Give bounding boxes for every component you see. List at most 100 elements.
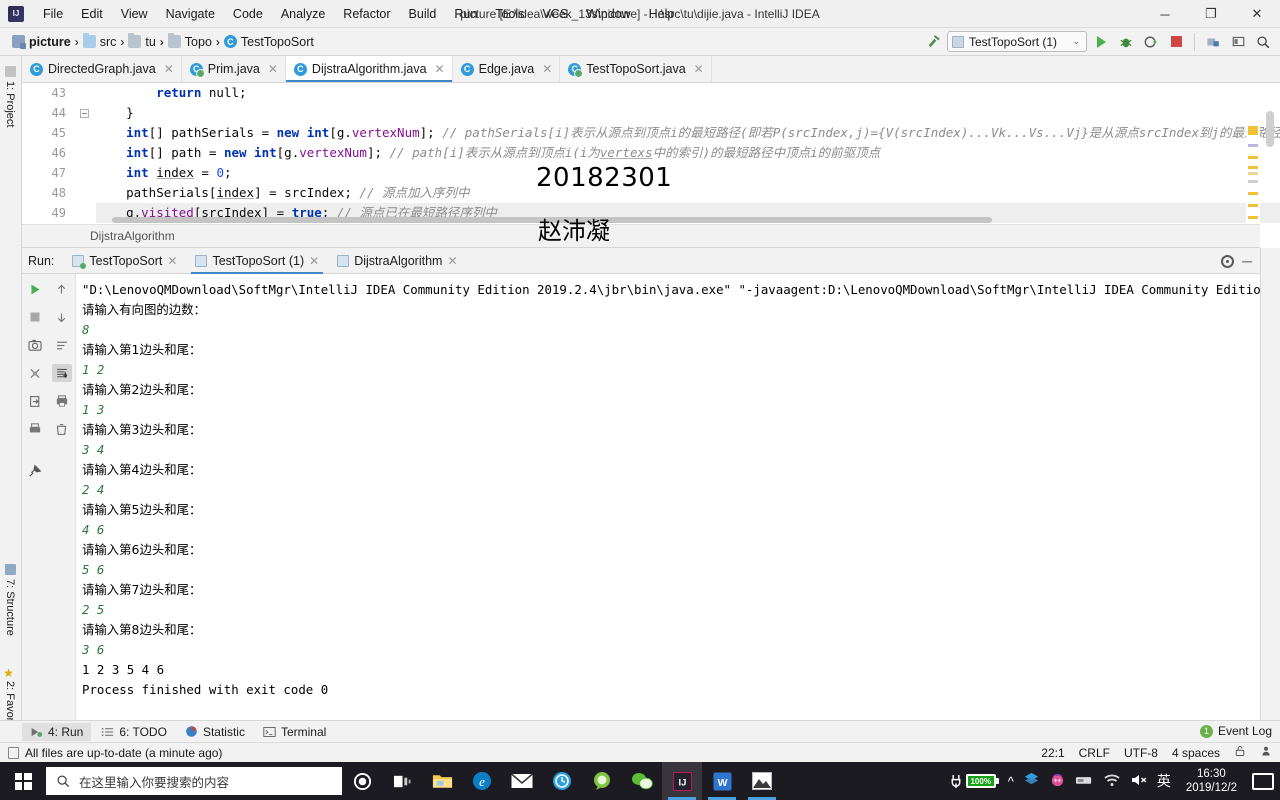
editor-markup-strip[interactable] <box>1246 110 1260 223</box>
debug-button[interactable] <box>1115 31 1137 53</box>
inspector-icon[interactable] <box>1260 745 1272 760</box>
close-icon[interactable]: ✕ <box>309 254 319 268</box>
run-with-coverage-button[interactable] <box>1140 31 1162 53</box>
qq-browser-icon[interactable] <box>582 762 622 800</box>
menu-vcs[interactable]: VCS <box>533 2 577 26</box>
editor-horizontal-scrollbar[interactable] <box>112 217 992 223</box>
menu-view[interactable]: View <box>112 2 157 26</box>
sidebar-item-project[interactable]: 1: Project <box>1 60 19 133</box>
close-icon[interactable]: ✕ <box>268 62 278 76</box>
close-icon[interactable]: ✕ <box>694 62 704 76</box>
breadcrumb-item-src[interactable]: src <box>79 33 121 51</box>
run-tab-dijstraalgorithm[interactable]: DijstraAlgorithm ✕ <box>329 249 465 274</box>
run-tab-testtoposort[interactable]: TestTopoSort ✕ <box>64 249 185 274</box>
task-view-icon[interactable] <box>382 762 422 800</box>
print-button[interactable] <box>25 420 45 438</box>
close-icon[interactable]: ✕ <box>542 62 552 76</box>
maximize-button[interactable]: ❐ <box>1188 0 1234 28</box>
editor-vertical-scrollbar[interactable] <box>1266 111 1274 147</box>
line-separator[interactable]: CRLF <box>1079 746 1110 760</box>
clock-app-icon[interactable] <box>542 762 582 800</box>
tab-directedgraph[interactable]: C DirectedGraph.java ✕ <box>22 56 182 82</box>
menu-window[interactable]: Window <box>577 2 639 26</box>
layout-button[interactable] <box>1227 31 1249 53</box>
toolwindow-run[interactable]: 4: Run <box>22 722 92 741</box>
intellij-idea-icon[interactable]: IJ <box>662 762 702 800</box>
fold-collapse-icon[interactable] <box>80 109 89 118</box>
sidebar-item-structure[interactable]: 7: Structure <box>1 558 19 642</box>
bluetooth-device-icon[interactable] <box>1075 773 1094 790</box>
caret-position[interactable]: 22:1 <box>1041 746 1064 760</box>
menu-code[interactable]: Code <box>224 2 272 26</box>
scroll-to-end-button[interactable] <box>51 364 72 382</box>
run-tab-testtoposort-1[interactable]: TestTopoSort (1) ✕ <box>187 249 327 274</box>
start-button[interactable] <box>0 762 46 800</box>
menu-edit[interactable]: Edit <box>72 2 112 26</box>
hide-window-button[interactable]: ─ <box>1242 254 1252 268</box>
settings-gear-icon[interactable] <box>1221 254 1235 268</box>
build-hammer-button[interactable] <box>922 31 944 53</box>
breadcrumb-item-topo[interactable]: Topo <box>164 33 216 51</box>
battery-icon[interactable]: 100% <box>948 774 999 789</box>
close-icon[interactable]: ✕ <box>167 254 177 268</box>
toolwindow-terminal[interactable]: Terminal <box>255 723 334 741</box>
event-log-button[interactable]: 1 Event Log <box>1199 720 1272 742</box>
photos-icon[interactable] <box>742 762 782 800</box>
search-everywhere-button[interactable] <box>1252 31 1274 53</box>
run-button[interactable] <box>1090 31 1112 53</box>
ime-language-indicator[interactable]: 英 <box>1157 771 1171 791</box>
mail-icon[interactable] <box>502 762 542 800</box>
scroll-down-button[interactable] <box>52 308 72 326</box>
stop-button[interactable] <box>1165 31 1187 53</box>
dropbox-icon[interactable] <box>1023 771 1040 791</box>
lock-icon[interactable] <box>1234 745 1246 760</box>
toolwindow-statistic[interactable]: Statistic <box>177 723 253 741</box>
file-explorer-icon[interactable] <box>422 762 462 800</box>
console-output[interactable]: "D:\LenovoQMDownload\SoftMgr\IntelliJ ID… <box>76 274 1260 762</box>
minimize-button[interactable]: ─ <box>1142 0 1188 28</box>
wechat-icon[interactable] <box>622 762 662 800</box>
tab-testtoposort[interactable]: C TestTopoSort.java ✕ <box>560 56 712 82</box>
close-icon[interactable]: ✕ <box>164 62 174 76</box>
editor-breadcrumb[interactable]: DijstraAlgorithm <box>22 224 1260 248</box>
project-structure-button[interactable] <box>1202 31 1224 53</box>
scroll-up-button[interactable] <box>52 280 72 298</box>
print-console-button[interactable] <box>52 392 72 410</box>
close-button[interactable]: ✕ <box>1234 0 1280 28</box>
menu-file[interactable]: File <box>34 2 72 26</box>
stop-button[interactable] <box>25 308 45 326</box>
cortana-icon[interactable] <box>342 762 382 800</box>
wps-office-icon[interactable]: W <box>702 762 742 800</box>
indent-setting[interactable]: 4 spaces <box>1172 746 1220 760</box>
notifications-icon[interactable] <box>1252 772 1274 790</box>
wifi-icon[interactable] <box>1103 773 1121 790</box>
rerun-button[interactable] <box>25 280 45 298</box>
tab-dijstraalgorithm[interactable]: C DijstraAlgorithm.java ✕ <box>285 56 453 82</box>
taskbar-clock[interactable]: 16:30 2019/12/2 <box>1180 767 1243 795</box>
menu-navigate[interactable]: Navigate <box>157 2 224 26</box>
thread-dump-button[interactable] <box>25 364 45 382</box>
code-folding-column[interactable] <box>74 83 96 223</box>
soft-wrap-button[interactable] <box>52 336 72 354</box>
toolwindow-todo[interactable]: 6: TODO <box>93 723 175 741</box>
breadcrumb-item-picture[interactable]: picture <box>8 33 75 51</box>
menu-build[interactable]: Build <box>400 2 446 26</box>
breadcrumb-item-testtoposort[interactable]: C TestTopoSort <box>220 33 318 51</box>
menu-help[interactable]: Help <box>640 2 684 26</box>
antivirus-icon[interactable] <box>1049 771 1066 791</box>
clear-all-button[interactable] <box>52 420 72 438</box>
show-hidden-icons-chevron-icon[interactable]: ^ <box>1008 774 1014 789</box>
close-icon[interactable]: ✕ <box>435 62 445 76</box>
volume-muted-icon[interactable] <box>1130 773 1148 790</box>
edge-browser-icon[interactable]: e <box>462 762 502 800</box>
file-encoding[interactable]: UTF-8 <box>1124 746 1158 760</box>
menu-tools[interactable]: Tools <box>486 2 533 26</box>
taskbar-search-input[interactable]: 在这里输入你要搜索的内容 <box>46 767 342 795</box>
export-button[interactable] <box>25 392 45 410</box>
menu-run[interactable]: Run <box>445 2 486 26</box>
pin-button[interactable] <box>25 462 45 480</box>
run-configuration-selector[interactable]: TestTopoSort (1) ⌄ <box>947 31 1087 52</box>
close-icon[interactable]: ✕ <box>447 254 457 268</box>
screenshot-button[interactable] <box>25 336 45 354</box>
breadcrumb-item-tu[interactable]: tu <box>124 33 159 51</box>
